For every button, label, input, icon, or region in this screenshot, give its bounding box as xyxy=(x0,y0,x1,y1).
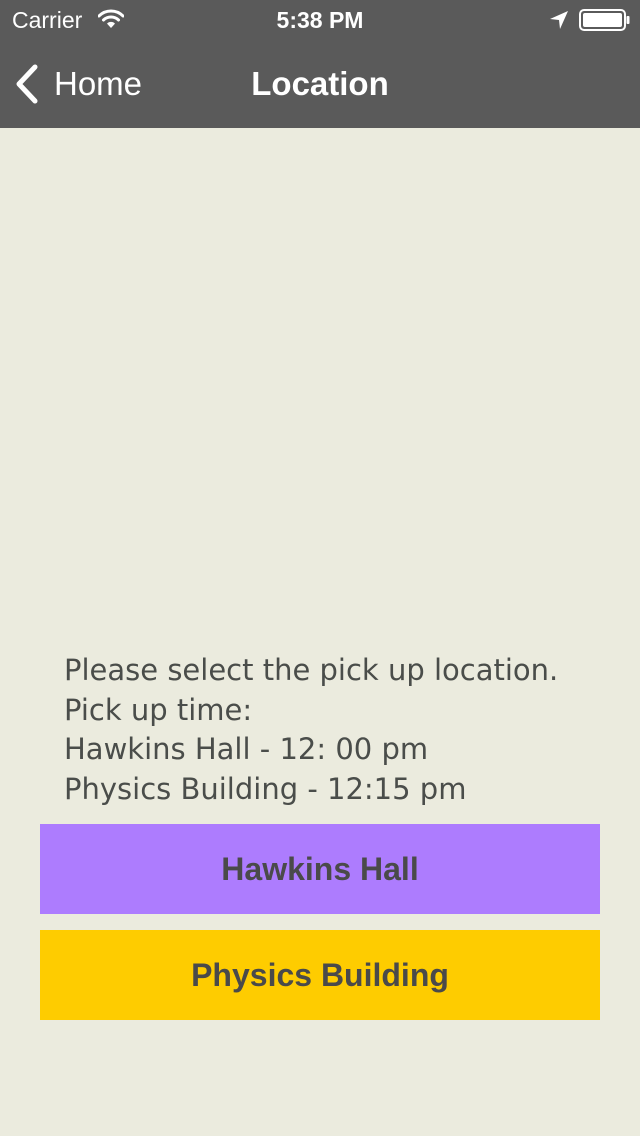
status-time: 5:38 PM xyxy=(276,7,364,33)
instruction-line-physics-time: Physics Building - 12:15 pm xyxy=(64,771,467,806)
location-arrow-icon xyxy=(550,11,568,29)
physics-building-button-label: Physics Building xyxy=(191,956,449,993)
top-bar: Carrier 5:38 PM Home Location xyxy=(0,0,640,128)
physics-building-button[interactable]: Physics Building xyxy=(40,930,600,1020)
instruction-line-hawkins-time: Hawkins Hall - 12: 00 pm xyxy=(64,732,429,766)
instruction-line-select: Please select the pick up location. xyxy=(64,653,559,687)
battery-icon xyxy=(579,9,630,31)
status-bar: Carrier 5:38 PM xyxy=(0,0,640,40)
page-title: Location xyxy=(251,65,389,102)
hawkins-hall-button[interactable]: Hawkins Hall xyxy=(40,824,600,914)
hawkins-hall-button-label: Hawkins Hall xyxy=(221,850,419,887)
navigation-bar: Home Location xyxy=(0,40,640,128)
instruction-line-pickup-time: Pick up time: xyxy=(64,692,253,727)
pickup-instructions: Please select the pick up location. Pick… xyxy=(64,651,624,809)
